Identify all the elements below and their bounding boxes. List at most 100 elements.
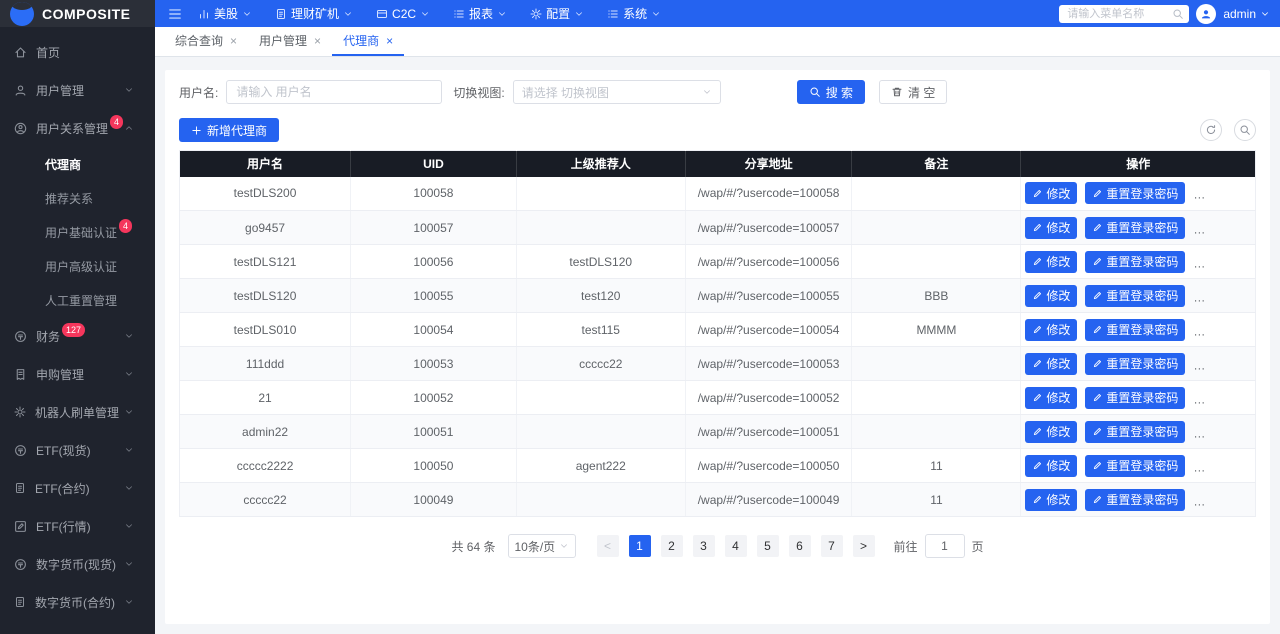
nav-menu-4[interactable]: 配置 (530, 5, 584, 22)
username-input[interactable] (226, 80, 442, 104)
sidebar-item-9[interactable]: 数字货币(现货) (0, 545, 155, 583)
nav-menu-0[interactable]: 美股 (198, 5, 252, 22)
reset-password-button[interactable]: 重置登录密码 (1085, 182, 1185, 204)
edit-button[interactable]: 修改 (1025, 489, 1077, 511)
pencil-icon (1032, 256, 1043, 267)
tab-2[interactable]: 代理商× (332, 27, 404, 56)
sidebar-subitem-2-0[interactable]: 代理商 (0, 147, 155, 181)
hamburger-icon[interactable] (168, 7, 182, 21)
clear-button[interactable]: 清 空 (879, 80, 947, 104)
cell-share_url: /wap/#/?usercode=100049 (685, 483, 852, 517)
sidebar-subitem-2-1[interactable]: 推荐关系 (0, 181, 155, 215)
cell-actions: 修改重置登录密码 谷歌验证 (1021, 279, 1256, 313)
reset-password-button[interactable]: 重置登录密码 (1085, 251, 1185, 273)
cell-username: ccccc22 (180, 483, 351, 517)
close-icon[interactable]: × (386, 34, 393, 48)
column-header: 备注 (852, 151, 1021, 177)
reset-password-button[interactable]: 重置登录密码 (1085, 285, 1185, 307)
tab-1[interactable]: 用户管理× (248, 27, 332, 56)
sidebar-item-3[interactable]: 财务127 (0, 317, 155, 355)
sidebar-item-2[interactable]: 用户关系管理4 (0, 109, 155, 147)
nav-menu-2[interactable]: C2C (376, 7, 430, 21)
sidebar-subitem-label: 推荐关系 (45, 190, 93, 207)
prev-page-button[interactable]: < (597, 535, 619, 557)
cell-uid: 100054 (351, 313, 517, 347)
list-icon (607, 8, 619, 20)
cell-actions: 修改重置登录密码谷歌验证 (1021, 177, 1256, 211)
edit-button[interactable]: 修改 (1025, 387, 1077, 409)
edit-button[interactable]: 修改 (1025, 285, 1077, 307)
close-icon[interactable]: × (314, 34, 321, 48)
cell-share_url: /wap/#/?usercode=100051 (685, 415, 852, 449)
edit-button[interactable]: 修改 (1025, 217, 1077, 239)
action-label: 谷歌验证 (1214, 287, 1255, 304)
page-button-2[interactable]: 2 (661, 535, 683, 557)
edit-button[interactable]: 修改 (1025, 421, 1077, 443)
page-button-7[interactable]: 7 (821, 535, 843, 557)
reset-password-button[interactable]: 重置登录密码 (1085, 421, 1185, 443)
cell-share_url: /wap/#/?usercode=100052 (685, 381, 852, 415)
cell-uid: 100053 (351, 347, 517, 381)
sidebar-item-8[interactable]: ETF(行情) (0, 507, 155, 545)
chevron-down-icon (124, 331, 134, 341)
sidebar-item-7[interactable]: ETF(合约) (0, 469, 155, 507)
nav-menu-5[interactable]: 系统 (607, 5, 661, 22)
reset-password-button[interactable]: 重置登录密码 (1085, 353, 1185, 375)
user-menu[interactable]: admin (1223, 7, 1270, 21)
search-button[interactable]: 搜 索 (797, 80, 865, 104)
sidebar-subitem-2-3[interactable]: 用户高级认证 (0, 249, 155, 283)
sidebar-subitem-2-4[interactable]: 人工重置管理 (0, 283, 155, 317)
sidebar-item-6[interactable]: ETF(现货) (0, 431, 155, 469)
sidebar-subitem-label: 人工重置管理 (45, 292, 117, 309)
nav-menu-label: 配置 (546, 5, 570, 22)
nav-menu-1[interactable]: 理财矿机 (275, 5, 353, 22)
chevron-down-icon (124, 521, 134, 531)
cell-share_url: /wap/#/?usercode=100050 (685, 449, 852, 483)
page-size-select[interactable]: 10条/页 (508, 534, 576, 558)
reset-password-button[interactable]: 重置登录密码 (1085, 455, 1185, 477)
page-button-6[interactable]: 6 (789, 535, 811, 557)
reset-password-button[interactable]: 重置登录密码 (1085, 217, 1185, 239)
sidebar-item-11[interactable]: 数字货币(行情) (0, 621, 155, 634)
avatar[interactable] (1196, 4, 1216, 24)
reset-password-button[interactable]: 重置登录密码 (1085, 489, 1185, 511)
page-button-4[interactable]: 4 (725, 535, 747, 557)
edit-button[interactable]: 修改 (1025, 182, 1077, 204)
refresh-button[interactable] (1200, 119, 1222, 141)
page-button-5[interactable]: 5 (757, 535, 779, 557)
menu-search-input[interactable] (1059, 5, 1189, 23)
edit-button[interactable]: 修改 (1025, 319, 1077, 341)
next-page-button[interactable]: > (853, 535, 875, 557)
page-button-3[interactable]: 3 (693, 535, 715, 557)
edit-button[interactable]: 修改 (1025, 455, 1077, 477)
sidebar-item-5[interactable]: 机器人刷单管理 (0, 393, 155, 431)
gear-icon (14, 406, 26, 418)
cell-remark: 11 (852, 483, 1021, 517)
sidebar-item-10[interactable]: 数字货币(合约) (0, 583, 155, 621)
search-toggle-button[interactable] (1234, 119, 1256, 141)
page-button-1[interactable]: 1 (629, 535, 651, 557)
nav-menu-3[interactable]: 报表 (453, 5, 507, 22)
sidebar-item-4[interactable]: 申购管理 (0, 355, 155, 393)
cell-remark: BBB (852, 279, 1021, 313)
sidebar-subitem-label: 代理商 (45, 156, 81, 173)
count-badge: 4 (110, 115, 123, 129)
cell-share_url: /wap/#/?usercode=100057 (685, 211, 852, 245)
tab-0[interactable]: 综合查询× (164, 27, 248, 56)
close-icon[interactable]: × (230, 34, 237, 48)
sidebar-item-0[interactable]: 首页 (0, 33, 155, 71)
edit-button[interactable]: 修改 (1025, 353, 1077, 375)
action-label: 重置登录密码 (1106, 355, 1178, 372)
view-select[interactable]: 请选择 切换视图 (513, 80, 721, 104)
cell-referrer (516, 483, 685, 517)
goto-page-input[interactable] (925, 534, 965, 558)
sidebar-subitem-2-2[interactable]: 用户基础认证4 (0, 215, 155, 249)
edit-button[interactable]: 修改 (1025, 251, 1077, 273)
add-agent-button[interactable]: 新增代理商 (179, 118, 279, 142)
brand-name: COMPOSITE (42, 6, 131, 22)
cell-username: testDLS010 (180, 313, 351, 347)
sidebar-item-1[interactable]: 用户管理 (0, 71, 155, 109)
coin-icon (14, 330, 27, 343)
reset-password-button[interactable]: 重置登录密码 (1085, 319, 1185, 341)
reset-password-button[interactable]: 重置登录密码 (1085, 387, 1185, 409)
